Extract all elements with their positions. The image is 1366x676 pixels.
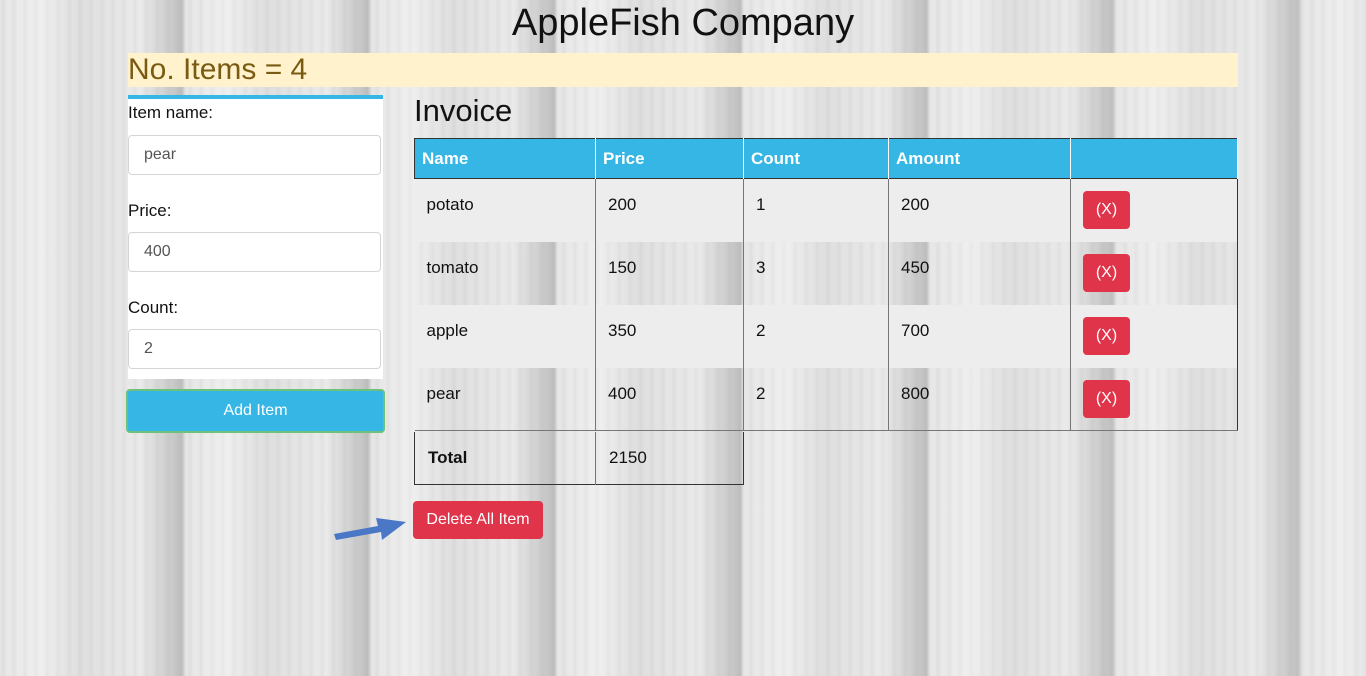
page-title: AppleFish Company: [511, 2, 855, 44]
table-row: potato 200 1 200 (X): [414, 178, 1238, 242]
cell-name: pear: [414, 367, 596, 431]
invoice-heading: Invoice: [414, 93, 513, 128]
add-item-button[interactable]: Add Item: [126, 389, 385, 433]
table-row: pear 400 2 800 (X): [414, 367, 1238, 431]
delete-row-button[interactable]: (X): [1083, 316, 1130, 355]
count-label: Count:: [128, 298, 179, 317]
cell-amount: 450: [888, 241, 1071, 305]
cell-amount: 800: [888, 367, 1071, 431]
delete-row-button[interactable]: (X): [1083, 379, 1130, 418]
delete-row-button[interactable]: (X): [1083, 253, 1130, 292]
invoice-table: Name Price Count Amount potato 200 1 200…: [414, 138, 1238, 431]
invoice-total-table: Total 2150: [414, 432, 744, 485]
item-name-input[interactable]: [128, 135, 381, 175]
price-label: Price:: [128, 201, 172, 220]
column-header-amount: Amount: [888, 138, 1071, 179]
item-count-banner: No. Items = 4: [128, 53, 1238, 87]
count-input[interactable]: [128, 329, 381, 369]
column-header-price: Price: [595, 138, 744, 179]
add-item-form: Item name: Price: Count:: [128, 95, 383, 379]
delete-all-button[interactable]: Delete All Item: [413, 501, 543, 539]
cell-price: 200: [595, 178, 744, 242]
cell-action: (X): [1070, 304, 1238, 368]
invoice-header-row: Name Price Count Amount: [414, 138, 1238, 179]
cell-count: 2: [743, 367, 889, 431]
cell-count: 1: [743, 178, 889, 242]
total-label: Total: [414, 432, 596, 484]
table-row: apple 350 2 700 (X): [414, 304, 1238, 368]
total-value: 2150: [609, 447, 647, 467]
price-input[interactable]: [128, 232, 381, 272]
cell-price: 400: [595, 367, 744, 431]
column-header-action: [1070, 138, 1238, 179]
cell-name: apple: [414, 304, 596, 368]
cell-amount: 200: [888, 178, 1071, 242]
column-header-count: Count: [743, 138, 889, 179]
cell-count: 3: [743, 241, 889, 305]
cell-action: (X): [1070, 178, 1238, 242]
cell-action: (X): [1070, 367, 1238, 431]
table-row: tomato 150 3 450 (X): [414, 241, 1238, 305]
cell-price: 350: [595, 304, 744, 368]
cell-action: (X): [1070, 241, 1238, 305]
cell-name: potato: [414, 178, 596, 242]
cell-count: 2: [743, 304, 889, 368]
item-name-label: Item name:: [128, 103, 214, 122]
delete-row-button[interactable]: (X): [1083, 191, 1130, 229]
cell-amount: 700: [888, 304, 1071, 368]
cell-name: tomato: [414, 241, 596, 305]
cell-price: 150: [595, 241, 744, 305]
arrow-right-icon: [334, 518, 406, 540]
total-row: Total 2150: [414, 432, 744, 484]
column-header-name: Name: [414, 138, 596, 179]
